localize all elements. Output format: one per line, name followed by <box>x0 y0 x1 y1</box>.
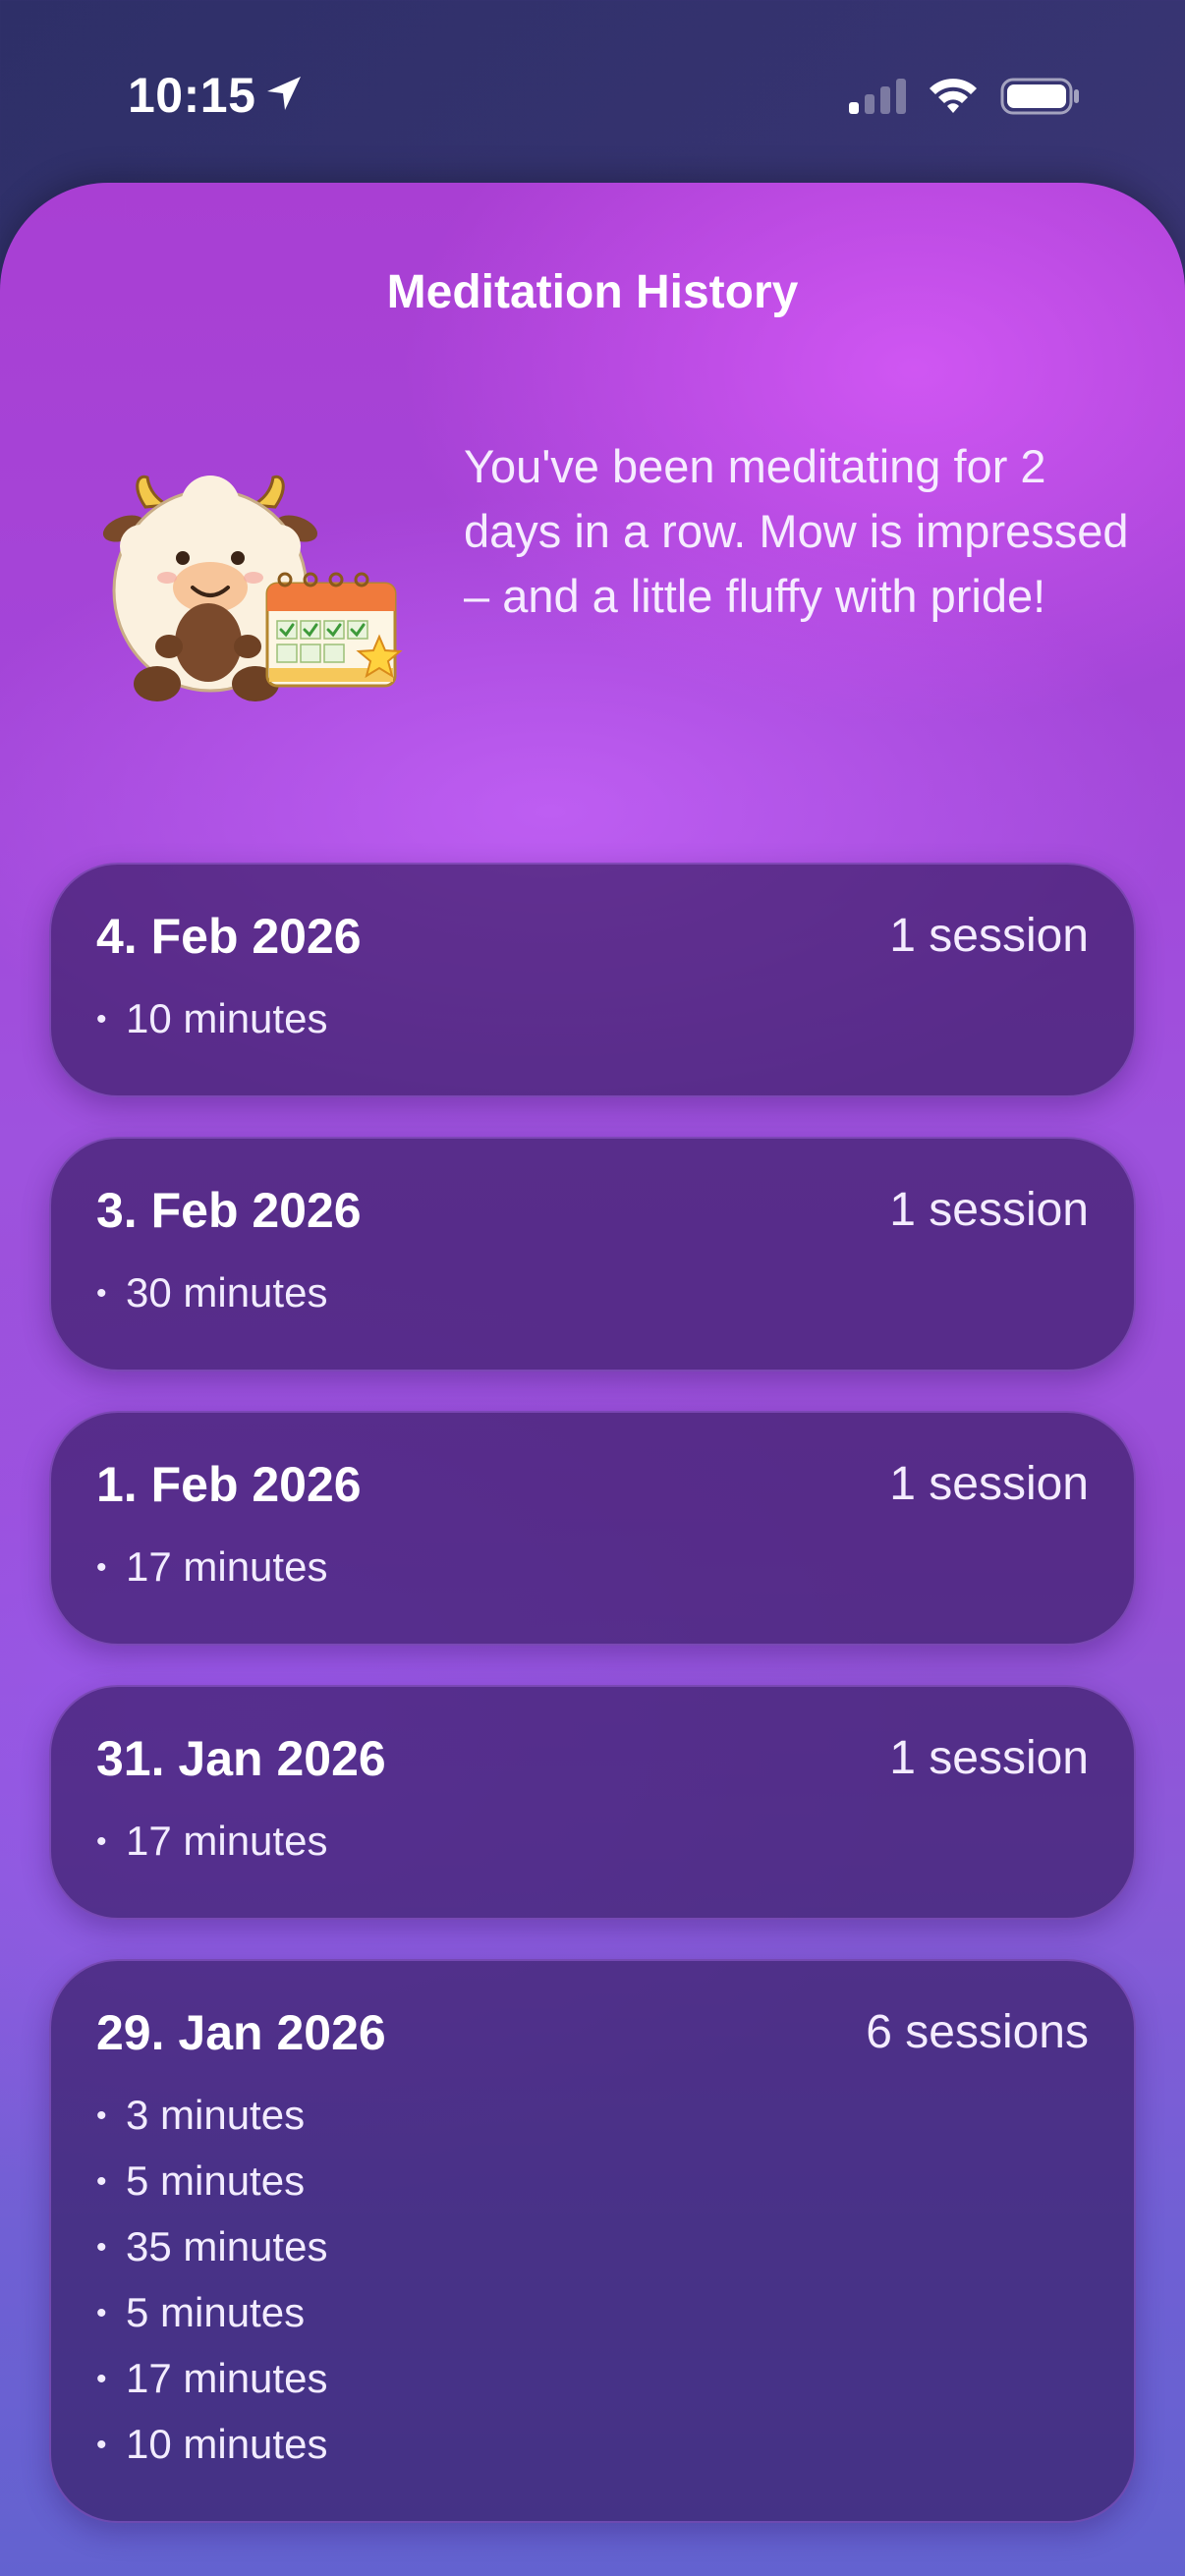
session-item: • 17 minutes <box>96 2346 1089 2412</box>
session-count: 1 session <box>889 910 1089 962</box>
cellular-signal-icon <box>849 79 906 114</box>
streak-message: You've been meditating for 2 days in a r… <box>464 440 1129 622</box>
history-day-card[interactable]: 31. Jan 2026 1 session • 17 minutes <box>49 1685 1136 1920</box>
session-list: • 17 minutes <box>96 1535 1089 1600</box>
battery-icon <box>1000 78 1079 115</box>
session-item: • 17 minutes <box>96 1809 1089 1875</box>
status-bar: 10:15 <box>0 0 1185 177</box>
history-day-card[interactable]: 1. Feb 2026 1 session • 17 minutes <box>49 1411 1136 1646</box>
session-duration: 30 minutes <box>126 1269 328 1316</box>
session-item: • 5 minutes <box>96 2149 1089 2214</box>
session-list: • 10 minutes <box>96 986 1089 1052</box>
status-time: 10:15 <box>128 68 256 123</box>
page-title: Meditation History <box>386 266 799 318</box>
session-duration: 17 minutes <box>126 1818 328 1864</box>
bullet-icon: • <box>96 1277 107 1310</box>
session-duration: 3 minutes <box>126 2092 306 2138</box>
session-item: • 3 minutes <box>96 2083 1089 2149</box>
bullet-icon: • <box>96 1825 107 1858</box>
session-duration: 5 minutes <box>126 2157 306 2204</box>
history-list: 4. Feb 2026 1 session • 10 minutes 3. Feb 20… <box>49 863 1136 2562</box>
session-item: • 17 minutes <box>96 1535 1089 1600</box>
session-list: • 30 minutes <box>96 1260 1089 1326</box>
bullet-icon: • <box>96 1003 107 1036</box>
session-list: • 3 minutes • 5 minutes • 35 minutes • 5 minute… <box>96 2083 1089 2478</box>
bullet-icon: • <box>96 1551 107 1584</box>
session-list: • 17 minutes <box>96 1809 1089 1875</box>
session-duration: 35 minutes <box>126 2223 328 2269</box>
session-item: • 30 minutes <box>96 1260 1089 1326</box>
session-duration: 5 minutes <box>126 2289 306 2335</box>
session-count: 1 session <box>889 1732 1089 1784</box>
session-item: • 10 minutes <box>96 986 1089 1052</box>
bullet-icon: • <box>96 2429 107 2461</box>
history-sheet: Meditation History You've been meditatin… <box>0 183 1185 2576</box>
session-duration: 17 minutes <box>126 2355 328 2401</box>
session-duration: 10 minutes <box>126 2421 328 2467</box>
session-count: 1 session <box>889 1458 1089 1510</box>
bullet-icon: • <box>96 2363 107 2395</box>
bullet-icon: • <box>96 2231 107 2264</box>
session-duration: 17 minutes <box>126 1543 328 1590</box>
wifi-icon <box>930 79 977 113</box>
session-count: 1 session <box>889 1184 1089 1236</box>
history-day-card[interactable]: 4. Feb 2026 1 session • 10 minutes <box>49 863 1136 1097</box>
session-duration: 10 minutes <box>126 995 328 1041</box>
bullet-icon: • <box>96 2297 107 2329</box>
mow-mascot-with-calendar <box>102 475 403 701</box>
history-day-card[interactable]: 3. Feb 2026 1 session • 30 minutes <box>49 1137 1136 1372</box>
history-day-card[interactable]: 29. Jan 2026 6 sessions • 3 minutes • 5 minut… <box>49 1959 1136 2523</box>
session-count: 6 sessions <box>866 2006 1089 2058</box>
location-arrow-icon <box>267 77 301 110</box>
bullet-icon: • <box>96 2100 107 2132</box>
session-item: • 5 minutes <box>96 2280 1089 2346</box>
session-item: • 35 minutes <box>96 2214 1089 2280</box>
bullet-icon: • <box>96 2165 107 2198</box>
session-item: • 10 minutes <box>96 2412 1089 2478</box>
